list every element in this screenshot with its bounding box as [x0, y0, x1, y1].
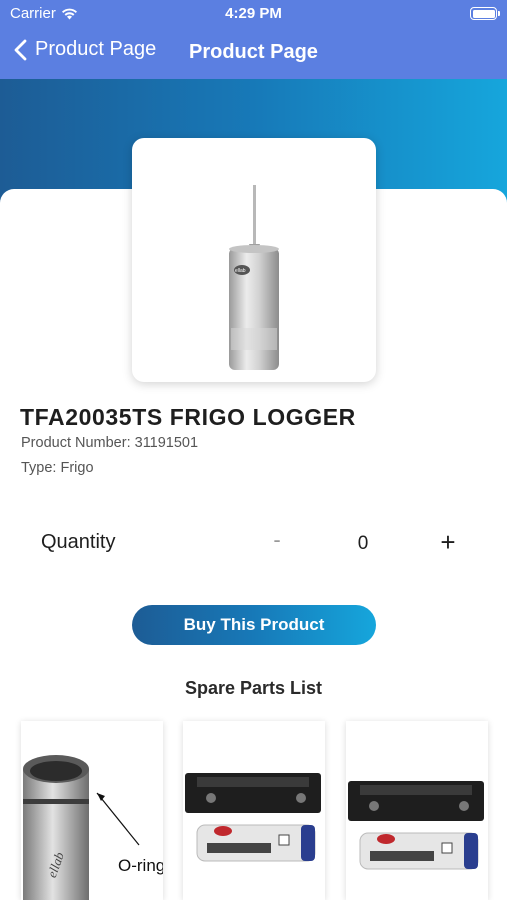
o-ring-image: ellab O-ring	[23, 755, 163, 900]
o-ring-caption: O-ring	[118, 856, 163, 875]
buy-product-button[interactable]: Buy This Product	[132, 605, 376, 645]
product-number: Product Number: 31191501	[21, 435, 199, 451]
spare-part-card[interactable]	[183, 721, 325, 900]
nav-title: Product Page	[189, 41, 318, 63]
battery-icon	[470, 7, 500, 20]
product-title: TFA20035TS FRIGO LOGGER	[20, 404, 356, 430]
back-button[interactable]: Product Page	[14, 38, 156, 61]
battery-holder-image	[185, 773, 321, 862]
quantity-value: 0	[357, 533, 369, 554]
svg-text:ellab: ellab	[235, 268, 246, 274]
logger-image: ellab	[229, 185, 279, 370]
quantity-label: Quantity	[41, 531, 116, 553]
spare-part-card[interactable]: ellab O-ring	[21, 721, 163, 900]
quantity-increment-button[interactable]: +	[433, 527, 463, 557]
navigation-bar: Product Page Product Page	[0, 28, 507, 79]
back-button-label: Product Page	[35, 38, 157, 60]
battery-holder-image	[348, 781, 484, 870]
quantity-decrement-button[interactable]: -	[262, 527, 292, 557]
status-bar: Carrier 4:29 PM	[0, 0, 507, 28]
spare-part-card[interactable]	[346, 721, 488, 900]
spare-parts-title: Spare Parts List	[184, 678, 323, 698]
chevron-left-icon	[14, 39, 27, 60]
clock: 4:29 PM	[225, 5, 282, 22]
product-type: Type: Frigo	[21, 460, 94, 476]
product-image: ellab	[132, 138, 376, 382]
